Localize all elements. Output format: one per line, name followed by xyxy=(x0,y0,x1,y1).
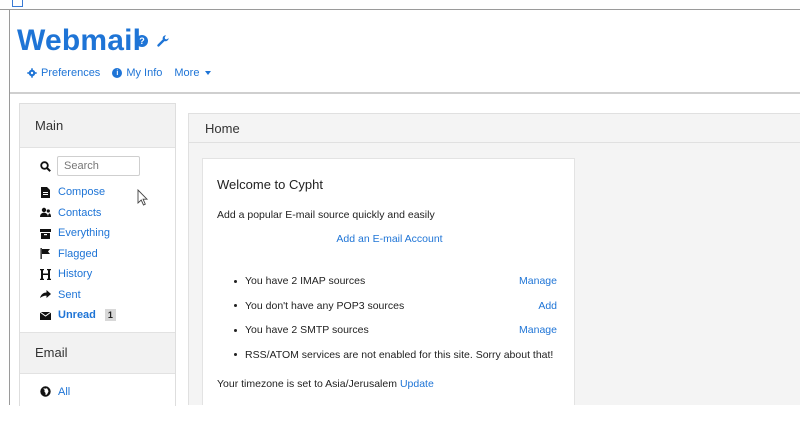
bullet xyxy=(234,279,237,283)
box-icon xyxy=(40,228,51,239)
app-title: Webmail xyxy=(17,24,142,57)
sidebar-item-flagged[interactable]: Flagged xyxy=(40,244,175,265)
sidebar-main-section: Compose Contacts Everything Flagged Hist… xyxy=(20,148,175,332)
add-pop3-link[interactable]: Add xyxy=(538,300,557,312)
source-status-list: You have 2 IMAP sources Manage You don't… xyxy=(231,269,557,367)
add-email-account-link[interactable]: Add an E-mail Account xyxy=(203,233,576,245)
unread-count-badge: 1 xyxy=(104,309,116,322)
manage-smtp-link[interactable]: Manage xyxy=(519,324,557,336)
list-item: RSS/ATOM services are not enabled for th… xyxy=(231,343,557,368)
wrench-icon[interactable] xyxy=(156,34,170,48)
gear-icon xyxy=(27,68,37,78)
window-frame-top xyxy=(0,9,800,10)
rss-status-text: RSS/ATOM services are not enabled for th… xyxy=(245,348,554,361)
sidebar: Main Compose Contacts Everything xyxy=(19,103,176,422)
sidebar-item-label: Contacts xyxy=(58,206,102,219)
preferences-link[interactable]: Preferences xyxy=(27,67,100,79)
sidebar-email-heading[interactable]: Email xyxy=(20,331,175,374)
sidebar-email-section: All xyxy=(20,373,175,422)
welcome-card: Welcome to Cypht Add a popular E-mail so… xyxy=(202,158,575,405)
users-icon xyxy=(40,207,51,218)
list-item: You have 2 SMTP sources Manage xyxy=(231,318,557,343)
sidebar-item-label: History xyxy=(58,268,93,281)
sidebar-main-heading[interactable]: Main xyxy=(20,104,175,148)
arrow-right-icon xyxy=(40,289,51,300)
list-item: You have 2 IMAP sources Manage xyxy=(231,269,557,294)
search-icon xyxy=(40,160,51,172)
window-corner-icon xyxy=(12,0,23,7)
welcome-title: Welcome to Cypht xyxy=(217,177,323,192)
page-title: Home xyxy=(188,113,800,143)
sidebar-item-label: Sent xyxy=(58,288,81,301)
sidebar-item-everything[interactable]: Everything xyxy=(40,223,175,244)
imap-status-text: You have 2 IMAP sources xyxy=(245,275,366,288)
sidebar-item-label: Unread xyxy=(58,309,96,322)
sidebar-item-history[interactable]: History xyxy=(40,264,175,285)
header-separator xyxy=(10,92,800,94)
bullet xyxy=(234,304,237,308)
caret-down-icon xyxy=(205,71,212,75)
sidebar-item-label: Everything xyxy=(58,227,110,240)
list-item: You don't have any POP3 sources Add xyxy=(231,294,557,319)
timezone-text: Your timezone is set to Asia/Jerusalem xyxy=(217,378,397,390)
search-row xyxy=(40,156,175,176)
more-menu[interactable]: More xyxy=(174,67,212,79)
sidebar-item-sent[interactable]: Sent xyxy=(40,285,175,306)
window-frame-left xyxy=(9,9,10,405)
pop3-status-text: You don't have any POP3 sources xyxy=(245,299,405,312)
top-nav: Preferences i My Info More xyxy=(27,67,212,79)
manage-imap-link[interactable]: Manage xyxy=(519,275,557,287)
mouse-cursor-icon xyxy=(137,189,149,206)
update-timezone-link[interactable]: Update xyxy=(400,378,434,390)
sidebar-item-label: Compose xyxy=(58,186,106,199)
info-icon: i xyxy=(112,68,123,78)
history-h-icon xyxy=(40,268,51,280)
more-label: More xyxy=(174,67,200,79)
flag-icon xyxy=(40,248,51,260)
sidebar-item-label: Flagged xyxy=(58,247,98,260)
globe-icon xyxy=(40,386,51,397)
bullet xyxy=(234,328,237,332)
sidebar-item-compose[interactable]: Compose xyxy=(40,182,175,203)
bullet xyxy=(234,353,237,357)
envelope-icon xyxy=(40,310,51,321)
sidebar-item-contacts[interactable]: Contacts xyxy=(40,203,175,224)
smtp-status-text: You have 2 SMTP sources xyxy=(245,324,369,337)
sidebar-item-unread[interactable]: Unread 1 xyxy=(40,305,175,326)
sidebar-item-label: All xyxy=(58,385,71,398)
my-info-link[interactable]: i My Info xyxy=(112,67,162,79)
sidebar-item-all[interactable]: All xyxy=(40,382,175,403)
title-icons: ? xyxy=(136,34,170,48)
search-input[interactable] xyxy=(57,156,140,176)
preferences-label: Preferences xyxy=(41,67,101,79)
compose-icon xyxy=(40,186,51,198)
timezone-line: Your timezone is set to Asia/Jerusalem Up… xyxy=(217,378,434,390)
welcome-subtitle: Add a popular E-mail source quickly and … xyxy=(217,209,435,221)
my-info-label: My Info xyxy=(126,67,163,79)
help-icon[interactable]: ? xyxy=(136,35,148,47)
